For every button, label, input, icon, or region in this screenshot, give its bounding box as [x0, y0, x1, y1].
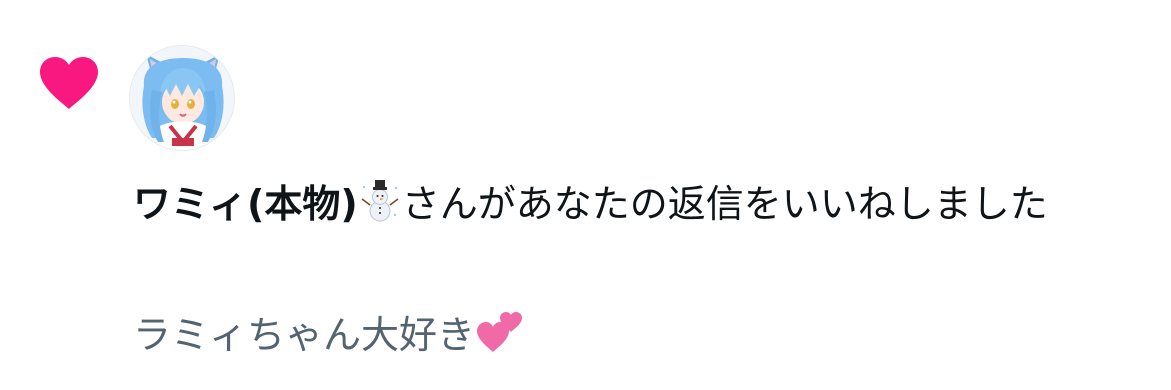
avatar[interactable]	[129, 45, 235, 151]
two-hearts-icon	[475, 310, 523, 367]
action-text: さんがあなたの返信をいいねしました	[401, 182, 1048, 226]
avatar-illustration	[130, 46, 234, 150]
tweet-text[interactable]: ラミィちゃん大好き	[133, 309, 523, 367]
notification-text: ワミィ(本物) さんがあなたの返信をいいねしました	[133, 178, 1093, 236]
like-notification[interactable]: ワミィ(本物) さんがあなたの返信をいいねしました ラミィちゃん大好き	[0, 0, 1171, 390]
tweet-text-content: ラミィちゃん大好き	[133, 313, 476, 357]
heart-icon	[38, 56, 100, 110]
user-name[interactable]: ワミィ(本物)	[133, 182, 358, 226]
snowman-icon	[358, 179, 402, 236]
